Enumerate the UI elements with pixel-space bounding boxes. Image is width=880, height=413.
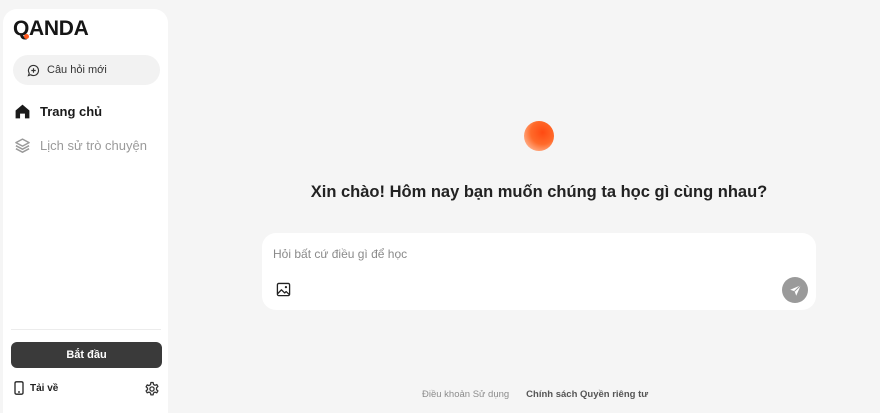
home-icon: [15, 104, 30, 119]
question-input[interactable]: [273, 244, 773, 264]
sidebar-item-label: Trang chủ: [40, 104, 103, 119]
gear-icon[interactable]: [144, 381, 160, 397]
phone-icon: [14, 381, 24, 395]
download-label: Tải về: [30, 382, 59, 394]
sidebar-item-home[interactable]: Trang chủ: [14, 103, 102, 120]
sidebar: QANDA Câu hỏi mới Trang chủ Lịch sử trò …: [3, 9, 168, 413]
logo-accent-dot: [24, 34, 29, 39]
sidebar-item-label: Lịch sử trò chuyện: [40, 138, 147, 153]
send-icon: [789, 284, 801, 296]
chat-plus-icon: [27, 64, 40, 76]
download-app-link[interactable]: Tải về: [14, 381, 58, 395]
qanda-logo[interactable]: QANDA: [13, 17, 89, 41]
sidebar-item-chat-history[interactable]: Lịch sử trò chuyện: [14, 137, 147, 154]
privacy-link[interactable]: Chính sách Quyền riêng tư: [526, 389, 648, 400]
sidebar-divider: [11, 329, 161, 330]
new-question-button[interactable]: Câu hỏi mới: [13, 55, 160, 85]
layers-icon: [15, 138, 30, 153]
assistant-orb: [524, 121, 554, 151]
greeting-heading: Xin chào! Hôm nay bạn muốn chúng ta học …: [310, 183, 768, 201]
send-button[interactable]: [782, 277, 808, 303]
chat-composer: [262, 233, 816, 310]
footer-links: Điều khoản Sử dụng Chính sách Quyền riên…: [422, 389, 648, 400]
image-upload-icon[interactable]: [276, 282, 291, 297]
new-question-label: Câu hỏi mới: [47, 64, 107, 76]
start-button[interactable]: Bắt đầu: [11, 342, 162, 368]
terms-link[interactable]: Điều khoản Sử dụng: [422, 389, 509, 400]
